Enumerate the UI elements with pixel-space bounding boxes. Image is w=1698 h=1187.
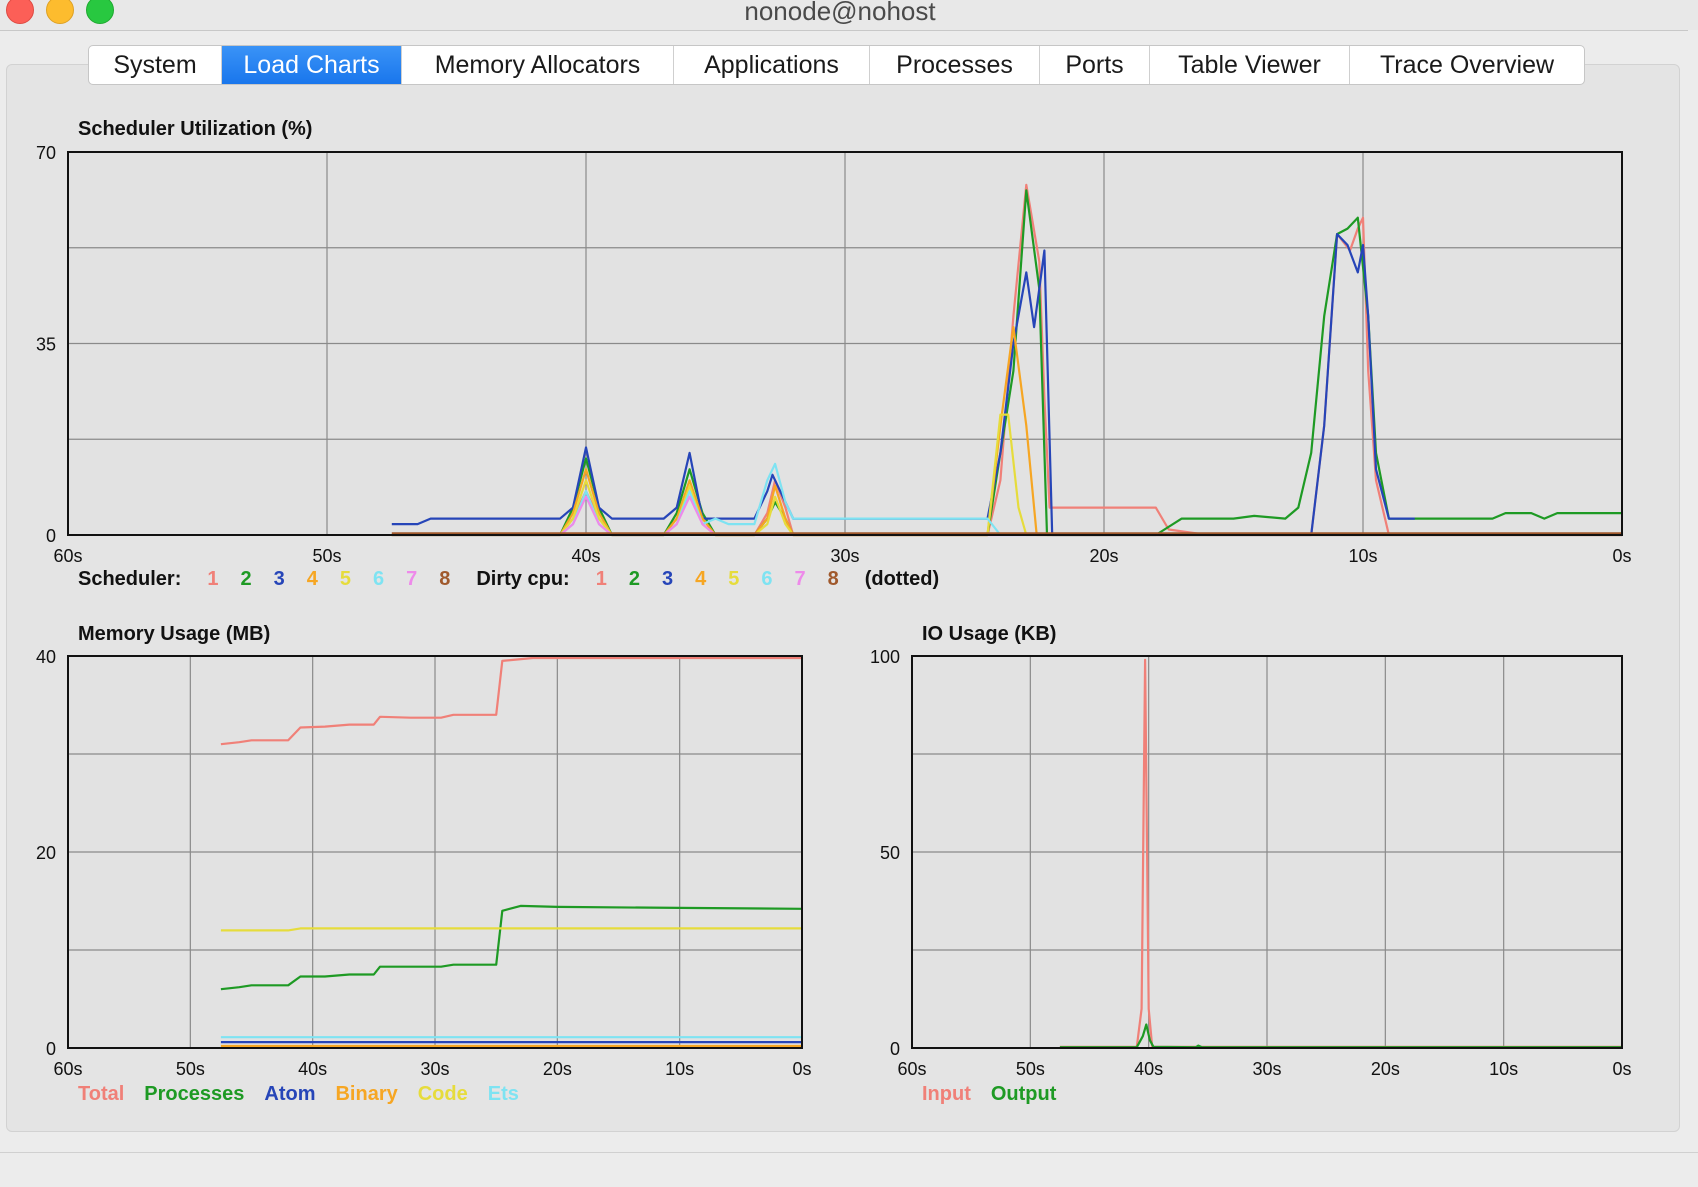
io-xtick-label: 10s — [1489, 1059, 1518, 1079]
io-xtick-label: 20s — [1371, 1059, 1400, 1079]
dirty-legend-item-6: 6 — [761, 568, 773, 590]
io-legend-output: Output — [990, 1083, 1057, 1105]
scheduler-xtick-label: 40s — [571, 546, 600, 566]
scheduler-xtick-label: 10s — [1348, 546, 1377, 566]
memory-legend-ets: Ets — [487, 1083, 519, 1105]
memory-legend-code: Code — [417, 1083, 468, 1105]
io-legend-input: Input — [922, 1083, 971, 1105]
scheduler-legend-item-2: 2 — [240, 568, 252, 590]
memory-legend: Total Processes Atom Binary Code Ets — [78, 1083, 519, 1106]
dirty-cpu-legend-label: Dirty cpu: — [476, 568, 570, 590]
dirty-legend-item-4: 4 — [695, 568, 707, 590]
io-ytick-label: 100 — [870, 647, 900, 667]
scheduler-ytick-label: 0 — [46, 526, 56, 546]
io-xtick-label: 30s — [1252, 1059, 1281, 1079]
scheduler-legend-item-3: 3 — [273, 568, 285, 590]
io-xtick-label: 60s — [897, 1059, 926, 1079]
memory-xtick-label: 60s — [53, 1059, 82, 1079]
io-ytick-label: 50 — [880, 843, 900, 863]
memory-ytick-label: 0 — [46, 1039, 56, 1059]
dirty-legend-item-2: 2 — [628, 568, 640, 590]
io-xtick-label: 0s — [1612, 1059, 1631, 1079]
memory-ytick-label: 40 — [36, 647, 56, 667]
memory-xtick-label: 30s — [420, 1059, 449, 1079]
memory-xtick-label: 10s — [665, 1059, 694, 1079]
memory-legend-total: Total — [78, 1083, 125, 1105]
memory-legend-processes: Processes — [144, 1083, 245, 1105]
io-legend: Input Output — [922, 1083, 1056, 1106]
scheduler-legend-item-6: 6 — [372, 568, 385, 590]
scheduler-legend-item-1: 1 — [207, 568, 219, 590]
status-bar — [0, 1152, 1698, 1187]
scheduler-legend-item-7: 7 — [406, 568, 418, 590]
dirty-legend-item-3: 3 — [661, 568, 674, 590]
io-xtick-label: 50s — [1016, 1059, 1045, 1079]
scheduler-legend-label: Scheduler: — [78, 568, 182, 590]
scheduler-ytick-label: 35 — [36, 335, 56, 355]
memory-xtick-label: 40s — [298, 1059, 327, 1079]
scheduler-xtick-label: 0s — [1612, 546, 1631, 566]
memory-xtick-label: 50s — [176, 1059, 205, 1079]
scheduler-legend-item-8: 8 — [439, 568, 451, 590]
scheduler-legend: Scheduler: 1 2 3 4 5 6 7 8 Dirty cpu: 1 … — [78, 568, 939, 591]
dirty-legend-item-5: 5 — [728, 568, 740, 590]
memory-xtick-label: 0s — [792, 1059, 811, 1079]
io-ytick-label: 0 — [890, 1039, 900, 1059]
scheduler-legend-item-5: 5 — [339, 568, 351, 590]
dirty-legend-item-1: 1 — [595, 568, 607, 590]
dirty-legend-item-7: 7 — [794, 568, 806, 590]
scheduler-xtick-label: 50s — [312, 546, 341, 566]
scheduler-xtick-label: 20s — [1089, 546, 1118, 566]
memory-ytick-label: 20 — [36, 843, 56, 863]
memory-xtick-label: 20s — [543, 1059, 572, 1079]
scheduler-legend-item-4: 4 — [306, 568, 318, 590]
scheduler-ytick-label: 70 — [36, 143, 56, 163]
window-right-edge — [1688, 30, 1698, 1186]
memory-legend-binary: Binary — [335, 1083, 398, 1105]
memory-legend-atom: Atom — [264, 1083, 316, 1105]
scheduler-xtick-label: 60s — [53, 546, 82, 566]
dotted-note: (dotted) — [864, 568, 940, 590]
dirty-legend-item-8: 8 — [827, 568, 839, 590]
scheduler-xtick-label: 30s — [830, 546, 859, 566]
io-xtick-label: 40s — [1134, 1059, 1163, 1079]
